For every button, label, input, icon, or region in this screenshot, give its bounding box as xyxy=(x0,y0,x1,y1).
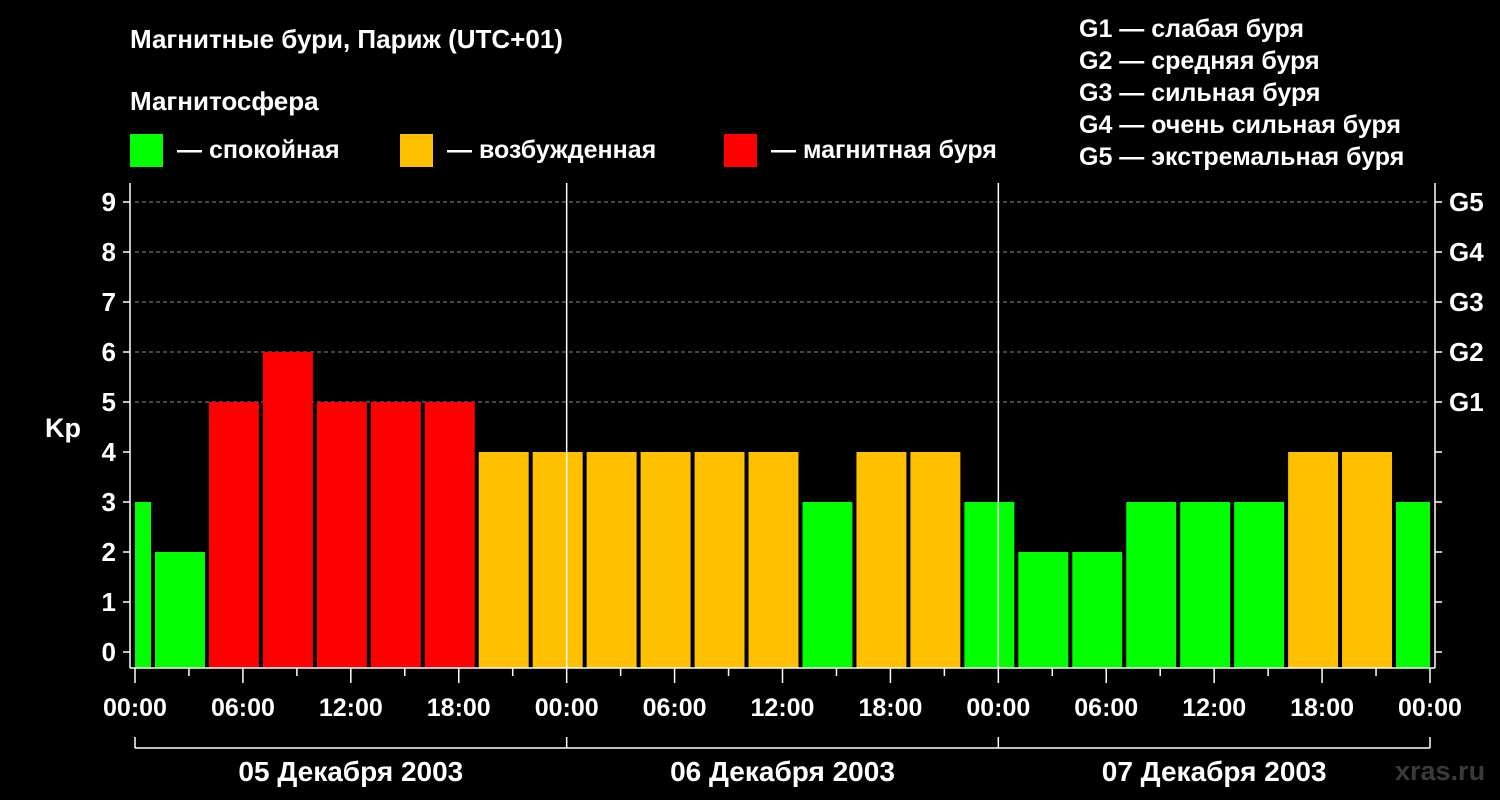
g-label-G1: G1 xyxy=(1449,387,1484,417)
bar-14 xyxy=(856,452,907,668)
g-scale-g1: G1 — слабая буря xyxy=(1079,15,1304,43)
day-label-0: 05 Декабря 2003 xyxy=(238,756,463,787)
bar-19 xyxy=(1126,502,1177,668)
x-tick-label-0: 00:00 xyxy=(103,694,167,722)
legend-label-unsettled: — возбужденная xyxy=(447,136,656,164)
x-tick-label-2: 12:00 xyxy=(319,694,383,722)
bar-20 xyxy=(1180,502,1231,668)
bar-8 xyxy=(532,452,583,668)
y-tick-label-6: 6 xyxy=(102,337,116,367)
g-scale-g4: G4 — очень сильная буря xyxy=(1079,111,1401,139)
day-label-2: 07 Декабря 2003 xyxy=(1102,756,1327,787)
bar-0 xyxy=(135,502,151,668)
legend-label-storm: — магнитная буря xyxy=(771,136,997,164)
x-tick-label-10: 12:00 xyxy=(1182,694,1246,722)
watermark: xras.ru xyxy=(1395,756,1485,786)
bar-1 xyxy=(154,552,205,668)
legend-swatch-storm xyxy=(724,134,757,167)
y-tick-label-7: 7 xyxy=(102,287,116,317)
legend-swatch-unsettled xyxy=(400,134,433,167)
bar-23 xyxy=(1342,452,1393,668)
bar-11 xyxy=(694,452,745,668)
y-tick-label-0: 0 xyxy=(102,637,116,667)
legend-title: Магнитосфера xyxy=(130,86,319,116)
bar-4 xyxy=(316,402,367,668)
x-tick-label-4: 00:00 xyxy=(535,694,599,722)
bar-12 xyxy=(748,452,799,668)
x-tick-label-3: 18:00 xyxy=(427,694,491,722)
chart-title: Магнитные бури, Париж (UTC+01) xyxy=(130,24,563,54)
y-tick-label-8: 8 xyxy=(102,237,116,267)
x-tick-label-6: 12:00 xyxy=(751,694,815,722)
g-label-G3: G3 xyxy=(1449,287,1484,317)
day-label-1: 06 Декабря 2003 xyxy=(670,756,895,787)
y-tick-label-1: 1 xyxy=(102,587,116,617)
y-tick-label-9: 9 xyxy=(102,187,116,217)
y-tick-label-4: 4 xyxy=(102,437,117,467)
x-tick-label-1: 06:00 xyxy=(211,694,275,722)
g-scale-g2: G2 — средняя буря xyxy=(1079,47,1320,75)
legend-swatch-quiet xyxy=(130,134,163,167)
g-label-G4: G4 xyxy=(1449,237,1484,267)
x-tick-label-11: 18:00 xyxy=(1290,694,1354,722)
x-tick-label-12: 00:00 xyxy=(1398,694,1462,722)
x-tick-label-8: 00:00 xyxy=(966,694,1030,722)
y-tick-label-2: 2 xyxy=(102,537,116,567)
bar-21 xyxy=(1234,502,1285,668)
g-scale-g3: G3 — сильная буря xyxy=(1079,79,1321,107)
y-axis-title: Kp xyxy=(45,413,81,443)
y-tick-label-5: 5 xyxy=(102,387,116,417)
bar-13 xyxy=(802,502,853,668)
bar-10 xyxy=(640,452,691,668)
bar-3 xyxy=(262,352,313,668)
bar-7 xyxy=(478,452,529,668)
kp-chart: Магнитные бури, Париж (UTC+01) Магнитосф… xyxy=(0,0,1500,800)
bar-15 xyxy=(910,452,961,668)
x-tick-label-7: 18:00 xyxy=(858,694,922,722)
bar-2 xyxy=(208,402,259,668)
bar-6 xyxy=(424,402,475,668)
x-tick-label-9: 06:00 xyxy=(1074,694,1138,722)
bar-17 xyxy=(1018,552,1069,668)
y-tick-label-3: 3 xyxy=(102,487,116,517)
bar-16 xyxy=(964,502,1015,668)
bar-18 xyxy=(1072,552,1123,668)
bar-9 xyxy=(586,452,637,668)
x-tick-label-5: 06:00 xyxy=(643,694,707,722)
bar-22 xyxy=(1288,452,1339,668)
bar-5 xyxy=(370,402,421,668)
g-scale-g5: G5 — экстремальная буря xyxy=(1079,143,1404,171)
bar-24 xyxy=(1396,502,1430,668)
g-label-G5: G5 xyxy=(1449,187,1484,217)
g-label-G2: G2 xyxy=(1449,337,1484,367)
legend-label-quiet: — спокойная xyxy=(177,136,340,164)
